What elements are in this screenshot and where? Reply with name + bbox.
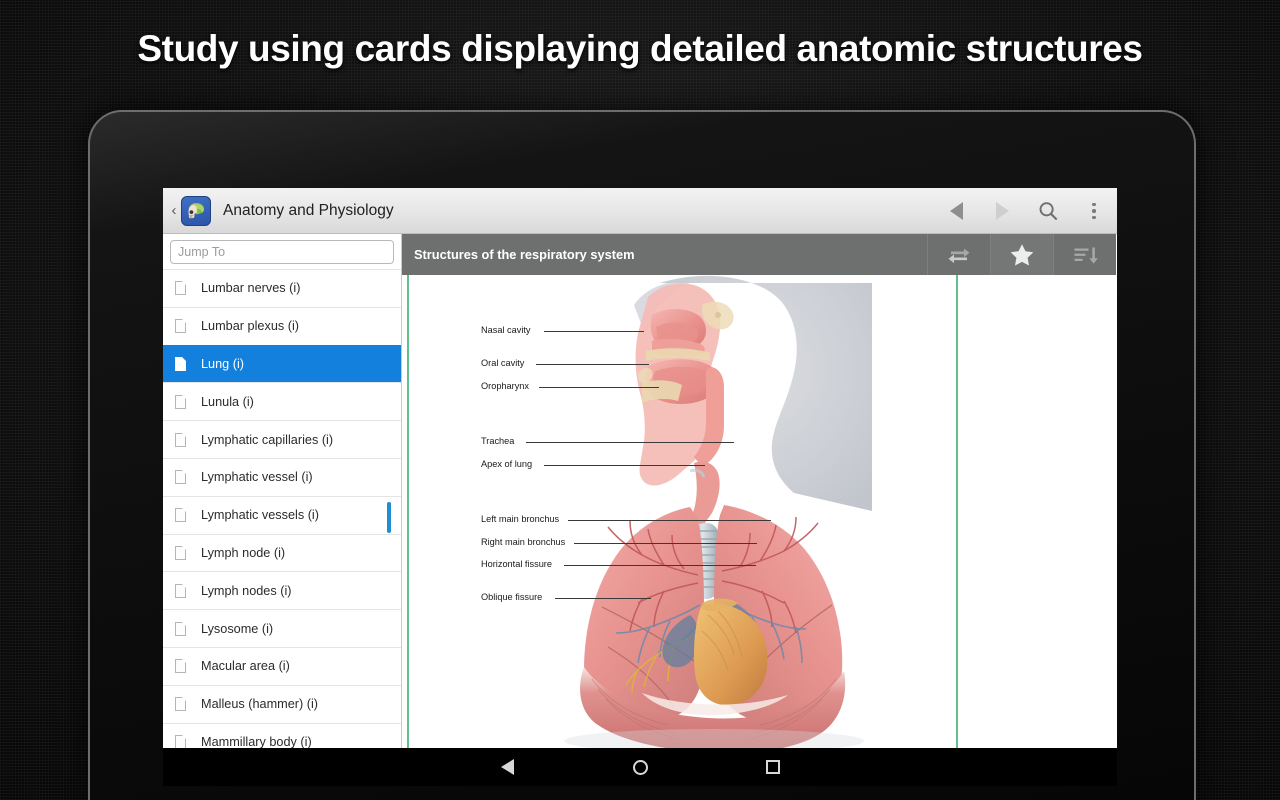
list-item[interactable]: Lumbar nerves (i): [163, 269, 401, 307]
document-icon: [175, 470, 186, 484]
list-item-label: Lymphatic vessel (i): [201, 470, 313, 484]
search-input[interactable]: [170, 240, 394, 264]
card-toolbar: Structures of the respiratory system: [402, 234, 1116, 275]
annotation-label: Trachea: [481, 436, 514, 446]
annotation-label: Nasal cavity: [481, 325, 531, 335]
list-item-label: Lumbar plexus (i): [201, 319, 299, 333]
list-item[interactable]: Lymphatic capillaries (i): [163, 420, 401, 458]
annotation-label: Horizontal fissure: [481, 559, 552, 569]
annotation-leader-line: [555, 598, 651, 599]
list-item-label: Mammillary body (i): [201, 735, 312, 748]
swap-arrows-icon: [946, 244, 972, 266]
list-item[interactable]: Lymphatic vessel (i): [163, 458, 401, 496]
annotation-leader-line: [568, 520, 771, 521]
list-item[interactable]: Lymphatic vessels (i): [163, 496, 401, 534]
document-icon: [175, 697, 186, 711]
document-icon: [175, 433, 186, 447]
favorite-button[interactable]: [990, 234, 1053, 275]
android-back-button[interactable]: [487, 748, 527, 786]
square-icon: [766, 760, 780, 774]
screenshot-root: Study using cards displaying detailed an…: [0, 0, 1280, 800]
list-item-label: Lymph node (i): [201, 546, 285, 560]
respiratory-system-illustration: [402, 275, 1116, 748]
card-pane: Structures of the respiratory system: [402, 234, 1116, 748]
jump-to-field-wrapper: [163, 234, 401, 269]
annotation-label: Right main bronchus: [481, 537, 565, 547]
triangle-left-icon: [501, 759, 514, 775]
annotation-leader-line: [536, 364, 649, 365]
annotation-leader-line: [544, 331, 644, 332]
star-icon: [1009, 242, 1035, 267]
list-item[interactable]: Lunula (i): [163, 382, 401, 420]
skull-brain-app-icon: [181, 196, 211, 226]
list-item[interactable]: Lysosome (i): [163, 609, 401, 647]
annotation-leader-line: [564, 565, 756, 566]
android-navigation-bar: [163, 748, 1117, 786]
annotation-label: Oropharynx: [481, 381, 529, 391]
list-item[interactable]: Macular area (i): [163, 647, 401, 685]
vertical-dots-icon: [1092, 203, 1096, 220]
annotation-label: Oblique fissure: [481, 592, 542, 602]
document-icon: [175, 584, 186, 598]
triangle-left-icon: [950, 202, 963, 220]
up-navigation-caret[interactable]: ‹: [167, 202, 181, 219]
annotation-leader-line: [526, 442, 734, 443]
list-item[interactable]: Lymph node (i): [163, 534, 401, 572]
list-item-label: Lymphatic capillaries (i): [201, 433, 333, 447]
annotation-label: Left main bronchus: [481, 514, 559, 524]
action-bar-tools: [933, 188, 1117, 234]
android-recents-button[interactable]: [753, 748, 793, 786]
document-icon: [175, 395, 186, 409]
list-item[interactable]: Lymph nodes (i): [163, 571, 401, 609]
list-item[interactable]: Lumbar plexus (i): [163, 307, 401, 345]
document-icon: [175, 546, 186, 560]
document-icon: [175, 319, 186, 333]
search-icon: [1037, 200, 1059, 222]
search-button[interactable]: [1025, 188, 1071, 234]
card-title: Structures of the respiratory system: [414, 247, 634, 262]
tablet-screen: ‹ Anatomy and Physiology: [163, 188, 1117, 748]
sort-descending-icon: [1072, 244, 1098, 266]
annotation-label: Oral cavity: [481, 358, 524, 368]
annotation-leader-line: [574, 543, 757, 544]
document-icon: [175, 622, 186, 636]
list-item-label: Lung (i): [201, 357, 244, 371]
list-item-label: Lymphatic vessels (i): [201, 508, 319, 522]
list-item-label: Macular area (i): [201, 659, 290, 673]
triangle-right-icon: [996, 202, 1009, 220]
promo-headline: Study using cards displaying detailed an…: [0, 28, 1280, 70]
flashcard-canvas: Nasal cavity Oral cavity Oropharynx Trachea…: [402, 275, 1116, 748]
document-icon: [175, 508, 186, 522]
forward-button[interactable]: [979, 188, 1025, 234]
list-item[interactable]: Malleus (hammer) (i): [163, 685, 401, 723]
app-body: Lumbar nerves (i) Lumbar plexus (i) Lung (…: [163, 234, 1117, 748]
sidebar-scrollbar-thumb[interactable]: [387, 502, 391, 533]
document-icon: [175, 659, 186, 673]
app-action-bar: ‹ Anatomy and Physiology: [163, 188, 1117, 234]
back-button[interactable]: [933, 188, 979, 234]
android-home-button[interactable]: [620, 748, 660, 786]
sort-list-button[interactable]: [1053, 234, 1116, 275]
term-list: Lumbar nerves (i) Lumbar plexus (i) Lung (…: [163, 269, 401, 748]
annotation-label: Apex of lung: [481, 459, 532, 469]
annotation-leader-line: [539, 387, 659, 388]
list-item-label: Lysosome (i): [201, 622, 273, 636]
list-item-label: Lunula (i): [201, 395, 254, 409]
flip-card-button[interactable]: [927, 234, 990, 275]
list-item-label: Lymph nodes (i): [201, 584, 292, 598]
page-title: Anatomy and Physiology: [223, 202, 394, 220]
annotation-leader-line: [544, 465, 705, 466]
document-icon: [175, 735, 186, 748]
term-list-sidebar: Lumbar nerves (i) Lumbar plexus (i) Lung (…: [163, 234, 402, 748]
list-item[interactable]: Mammillary body (i): [163, 723, 401, 748]
circle-icon: [633, 760, 648, 775]
overflow-menu-button[interactable]: [1071, 188, 1117, 234]
list-item-label: Malleus (hammer) (i): [201, 697, 318, 711]
document-icon: [175, 281, 186, 295]
card-toolbar-tools: [927, 234, 1116, 275]
list-item-label: Lumbar nerves (i): [201, 281, 300, 295]
document-icon: [175, 357, 186, 371]
list-item[interactable]: Lung (i): [163, 345, 401, 383]
